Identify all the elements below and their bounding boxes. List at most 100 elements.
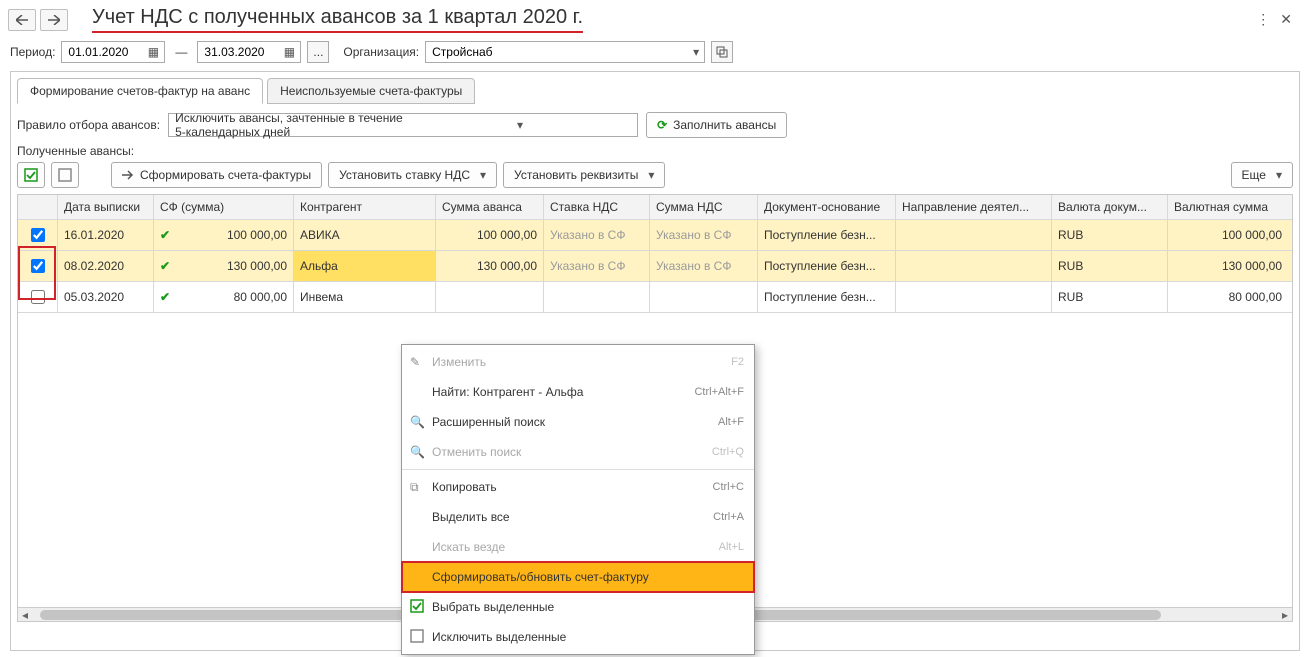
check-square-icon	[410, 599, 432, 616]
scroll-right-icon[interactable]: ▸	[1278, 608, 1292, 622]
cell-sf: ✔130 000,00	[154, 251, 294, 281]
row-checkbox[interactable]	[31, 259, 45, 273]
date-from-input[interactable]	[66, 44, 144, 60]
col-activity-direction[interactable]: Направление деятел...	[896, 195, 1052, 219]
cell-currency: RUB	[1052, 251, 1168, 281]
cell-date: 16.01.2020	[58, 220, 154, 250]
cell-currency: RUB	[1052, 220, 1168, 250]
ctx-search-everywhere[interactable]: Искать везде Alt+L	[402, 532, 754, 562]
fill-advances-label: Заполнить авансы	[673, 118, 776, 132]
select-all-button[interactable]	[17, 162, 45, 188]
set-requisites-label: Установить реквизиты	[514, 168, 638, 182]
check-icon: ✔	[160, 290, 170, 304]
org-label: Организация:	[343, 45, 419, 59]
cell-currency-sum: 130 000,00	[1168, 251, 1292, 281]
ctx-cancel-search[interactable]: 🔍 Отменить поиск Ctrl+Q	[402, 437, 754, 467]
pencil-icon: ✎	[410, 355, 432, 369]
ctx-copy[interactable]: ⧉ Копировать Ctrl+C	[402, 472, 754, 502]
more-button[interactable]: Еще ▾	[1231, 162, 1293, 188]
cell-counterparty: Инвема	[294, 282, 436, 312]
date-from-field[interactable]: ▦	[61, 41, 165, 63]
cell-vat-sum: Указано в СФ	[650, 251, 758, 281]
page-title: Учет НДС с полученных авансов за 1 кварт…	[92, 6, 583, 33]
form-invoices-button[interactable]: Сформировать счета-фактуры	[111, 162, 322, 188]
cell-sf: ✔100 000,00	[154, 220, 294, 250]
organization-input[interactable]	[430, 44, 690, 60]
table-row[interactable]: 08.02.2020 ✔130 000,00 Альфа 130 000,00 …	[18, 251, 1292, 282]
date-to-field[interactable]: ▦	[197, 41, 301, 63]
copy-icon: ⧉	[410, 480, 432, 495]
set-vat-rate-button[interactable]: Установить ставку НДС ▾	[328, 162, 497, 188]
chevron-down-icon[interactable]: ▾	[690, 45, 702, 59]
advance-rule-value: Исключить авансы, зачтенные в течение 5-…	[175, 111, 405, 139]
cell-currency-sum: 100 000,00	[1168, 220, 1292, 250]
cell-advance-sum	[436, 282, 544, 312]
ctx-advanced-search[interactable]: 🔍 Расширенный поиск Alt+F	[402, 407, 754, 437]
cancel-search-icon: 🔍	[410, 445, 432, 459]
cell-vat-rate: Указано в СФ	[544, 220, 650, 250]
fill-advances-button[interactable]: ⟳ Заполнить авансы	[646, 112, 787, 138]
ctx-pick-selected[interactable]: Выбрать выделенные	[402, 592, 754, 622]
calendar-icon[interactable]: ▦	[144, 45, 162, 59]
period-picker-button[interactable]: ...	[307, 41, 329, 63]
col-date[interactable]: Дата выписки	[58, 195, 154, 219]
empty-square-icon	[410, 629, 432, 646]
col-sf-sum[interactable]: СФ (сумма)	[154, 195, 294, 219]
calendar-icon[interactable]: ▦	[280, 45, 298, 59]
cell-currency-sum: 80 000,00	[1168, 282, 1292, 312]
col-vat-rate[interactable]: Ставка НДС	[544, 195, 650, 219]
table-row[interactable]: 16.01.2020 ✔100 000,00 АВИКА 100 000,00 …	[18, 220, 1292, 251]
col-counterparty[interactable]: Контрагент	[294, 195, 436, 219]
search-icon: 🔍	[410, 415, 432, 429]
context-menu: ✎ Изменить F2 Найти: Контрагент - Альфа …	[401, 344, 755, 655]
col-basis-doc[interactable]: Документ-основание	[758, 195, 896, 219]
col-vat-sum[interactable]: Сумма НДС	[650, 195, 758, 219]
row-checkbox[interactable]	[31, 290, 45, 304]
advance-rule-combo[interactable]: Исключить авансы, зачтенные в течение 5-…	[168, 113, 638, 137]
cell-counterparty: Альфа	[294, 251, 436, 281]
cell-date: 08.02.2020	[58, 251, 154, 281]
set-requisites-button[interactable]: Установить реквизиты ▾	[503, 162, 665, 188]
forward-button[interactable]	[40, 9, 68, 31]
chevron-down-icon: ▾	[1276, 168, 1282, 182]
date-to-input[interactable]	[202, 44, 280, 60]
back-button[interactable]	[8, 9, 36, 31]
chevron-down-icon[interactable]: ▾	[405, 118, 635, 132]
table-header: Дата выписки СФ (сумма) Контрагент Сумма…	[18, 195, 1292, 220]
org-open-button[interactable]	[711, 41, 733, 63]
cell-sf: ✔80 000,00	[154, 282, 294, 312]
more-label: Еще	[1242, 168, 1266, 182]
period-label: Период:	[10, 45, 55, 59]
col-advance-sum[interactable]: Сумма аванса	[436, 195, 544, 219]
ctx-exclude-selected[interactable]: Исключить выделенные	[402, 622, 754, 652]
scroll-left-icon[interactable]: ◂	[18, 608, 32, 622]
section-label: Полученные авансы:	[17, 144, 1293, 158]
chevron-down-icon: ▾	[648, 168, 654, 182]
table-row[interactable]: 05.03.2020 ✔80 000,00 Инвема Поступление…	[18, 282, 1292, 313]
cell-date: 05.03.2020	[58, 282, 154, 312]
tab-unused-invoices[interactable]: Неиспользуемые счета-фактуры	[267, 78, 475, 104]
more-actions-icon[interactable]: ⋮	[1256, 11, 1270, 28]
organization-field[interactable]: ▾	[425, 41, 705, 63]
check-icon: ✔	[160, 228, 170, 242]
rule-label: Правило отбора авансов:	[17, 118, 160, 132]
cell-vat-rate: Указано в СФ	[544, 251, 650, 281]
row-checkbox[interactable]	[31, 228, 45, 242]
col-currency-sum[interactable]: Валютная сумма	[1168, 195, 1292, 219]
cell-basis-doc: Поступление безн...	[758, 282, 896, 312]
separator	[402, 469, 754, 470]
chevron-down-icon: ▾	[480, 168, 486, 182]
ctx-edit[interactable]: ✎ Изменить F2	[402, 347, 754, 377]
ctx-select-all[interactable]: Выделить все Ctrl+A	[402, 502, 754, 532]
cell-vat-sum: Указано в СФ	[650, 220, 758, 250]
refresh-icon: ⟳	[657, 118, 667, 132]
close-icon[interactable]: ✕	[1280, 11, 1292, 28]
ctx-find[interactable]: Найти: Контрагент - Альфа Ctrl+Alt+F	[402, 377, 754, 407]
tab-form-invoices[interactable]: Формирование счетов-фактур на аванс	[17, 78, 263, 104]
ctx-form-invoice[interactable]: Сформировать/обновить счет-фактуру	[402, 562, 754, 592]
col-check[interactable]	[18, 195, 58, 219]
col-currency[interactable]: Валюта докум...	[1052, 195, 1168, 219]
form-invoices-label: Сформировать счета-фактуры	[140, 168, 311, 182]
deselect-all-button[interactable]	[51, 162, 79, 188]
check-icon: ✔	[160, 259, 170, 273]
